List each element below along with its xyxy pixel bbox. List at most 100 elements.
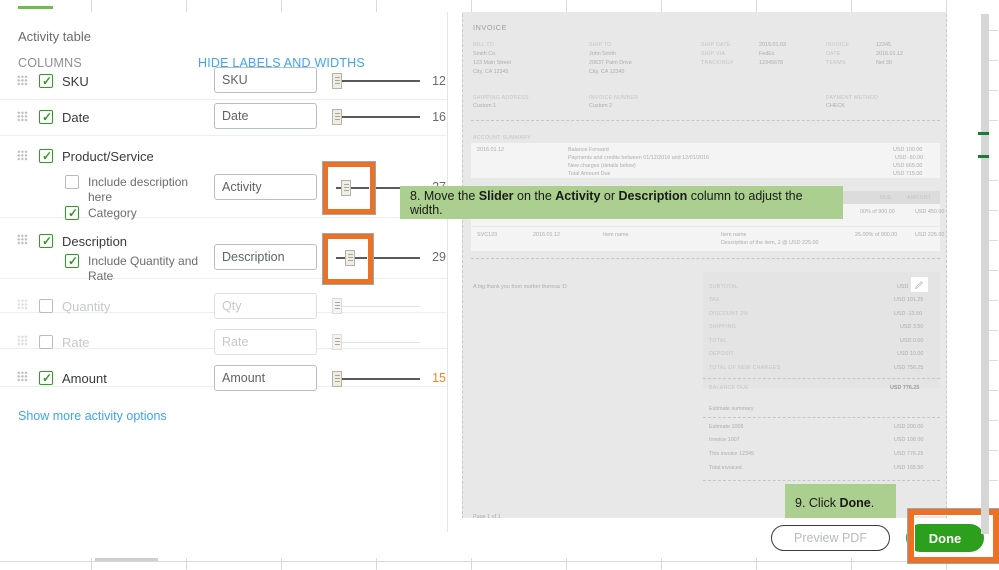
label-input-date[interactable]: Date: [214, 103, 317, 129]
checkbox-quantity[interactable]: [39, 299, 53, 313]
account-summary-date: 2016.01.12: [477, 147, 504, 153]
label-input-amount[interactable]: Amount: [214, 365, 317, 391]
subtotal-label: SUBTOTAL: [709, 284, 739, 290]
show-more-activity-options-link[interactable]: Show more activity options: [18, 409, 167, 423]
ruler-tick: [989, 210, 998, 211]
ship-via-value: FedEx: [759, 51, 775, 57]
label-input-rate[interactable]: Rate: [214, 329, 317, 355]
checkbox-product-service[interactable]: ✓: [39, 149, 53, 163]
account-summary-row-4-label: Total Amount Due: [568, 171, 611, 177]
account-summary-row-3-value: USD 665.00: [893, 163, 923, 169]
width-value-sku: 12: [432, 74, 446, 88]
drag-grip-icon[interactable]: [17, 234, 28, 245]
discount-value: USD -13.50: [894, 311, 923, 317]
row-2-description: Item name: [721, 232, 747, 238]
right-edge-scrollbar[interactable]: [981, 14, 989, 534]
ruler-tick: [989, 390, 998, 391]
total-new-charges-value: USD 756.25: [894, 365, 924, 371]
estimate-row-1-value: USD 200.00: [894, 424, 924, 430]
row-1-amount: USD 450.00: [915, 209, 945, 215]
ship-via-label: SHIP VIA: [701, 51, 726, 57]
drag-grip-icon[interactable]: [17, 150, 28, 161]
row-label-quantity: Quantity: [62, 299, 111, 314]
checkbox-date[interactable]: ✓: [39, 110, 53, 124]
drag-grip-icon[interactable]: [17, 371, 28, 382]
preview-pdf-button[interactable]: Preview PDF: [771, 525, 890, 551]
width-slider-amount[interactable]: [332, 369, 420, 389]
estimate-row-2-value: USD 108.00: [894, 437, 924, 443]
width-slider-rate[interactable]: [332, 332, 420, 352]
label-input-activity[interactable]: Activity: [214, 174, 317, 200]
ruler-tick: [989, 120, 998, 121]
bill-to-line-3: City, CA 12345: [473, 69, 509, 75]
width-value-amount: 15: [432, 371, 446, 385]
invoice-number-label: INVOICE: [826, 42, 850, 48]
ruler-tick: [989, 360, 998, 361]
ruler-tick: [989, 330, 998, 331]
account-summary-row-4-value: USD 715.00: [893, 171, 923, 177]
ruler-tick: [989, 180, 998, 181]
row-label-description: Description: [62, 234, 128, 249]
slider-knob[interactable]: [332, 334, 342, 350]
label-input-sku[interactable]: SKU: [214, 67, 317, 93]
checkbox-include-description-here[interactable]: [65, 175, 79, 189]
checkbox-description[interactable]: ✓: [39, 234, 53, 248]
activity-table-settings-panel: Activity table COLUMNS HIDE LABELS AND W…: [0, 12, 448, 558]
width-slider-sku[interactable]: [332, 71, 420, 91]
drag-grip-icon[interactable]: [17, 299, 28, 310]
row-2-date: 2016.01.12: [533, 232, 560, 238]
row-sep-4: [0, 277, 447, 279]
invoice-preview-pane: INVOICE BILL TO Smith Co. 123 Main Stree…: [448, 12, 983, 532]
estimate-row-4-label: Total invoiced: [709, 465, 742, 471]
row-label-product-service: Product/Service: [62, 149, 154, 164]
check-icon: ✓: [42, 234, 53, 248]
row-2-amount: USD 225.00: [915, 232, 945, 238]
edit-pencil-icon[interactable]: [910, 276, 929, 293]
checkbox-amount[interactable]: ✓: [39, 371, 53, 385]
column-header-due: DUE: [880, 195, 892, 201]
row-sep-1: [0, 98, 447, 100]
checkbox-rate[interactable]: [39, 335, 53, 349]
columns-header-label: COLUMNS: [18, 56, 82, 70]
slider-knob[interactable]: [332, 73, 342, 89]
checkbox-category[interactable]: ✓: [65, 206, 79, 220]
payment-method-label: PAYMENT METHOD: [826, 95, 879, 101]
row-2-due: 25.00% of 900.00: [855, 232, 898, 238]
shipping-label: SHIPPING: [709, 324, 737, 330]
ruler-tick: [989, 300, 998, 301]
payment-method-value: CHECK: [826, 103, 845, 109]
ship-to-label: SHIP TO: [589, 42, 612, 48]
check-icon: ✓: [42, 149, 53, 163]
width-value-date: 16: [432, 110, 446, 124]
ruler-tick: [989, 30, 998, 31]
width-slider-quantity[interactable]: [332, 296, 420, 316]
estimate-dash: [703, 417, 940, 418]
slider-knob[interactable]: [332, 109, 342, 125]
checkbox-include-quantity-and-rate[interactable]: ✓: [65, 254, 79, 268]
drag-grip-icon[interactable]: [17, 75, 28, 86]
label-input-quantity[interactable]: Qty: [214, 293, 317, 319]
tax-value: USD 101.25: [894, 297, 924, 303]
slider-track: [336, 342, 420, 343]
label-input-description[interactable]: Description: [214, 244, 317, 270]
tracking-value: 12345678: [759, 60, 783, 66]
row-label-amount: Amount: [62, 371, 107, 386]
discount-label: DISCOUNT 2%: [709, 311, 749, 317]
slider-knob[interactable]: [332, 371, 342, 387]
sublabel-include-description-here: Include description here: [88, 175, 189, 204]
estimate-row-3-value: USD 776.25: [894, 451, 924, 457]
ship-to-line-3: City, CA 12345: [589, 69, 625, 75]
width-slider-date[interactable]: [332, 107, 420, 127]
checkbox-sku[interactable]: ✓: [39, 74, 53, 88]
slider-knob[interactable]: [332, 298, 342, 314]
green-tab-marker: [18, 6, 53, 9]
drag-grip-icon[interactable]: [17, 111, 28, 122]
invoice-date-value: 2016.01.12: [876, 51, 903, 57]
tracking-label: TRACKING#: [701, 60, 734, 66]
check-icon: ✓: [68, 254, 79, 268]
ship-date-label: SHIP DATE: [701, 42, 731, 48]
slider-track: [336, 116, 420, 118]
page-title: Activity table: [18, 29, 91, 44]
ship-to-line-2: 20637 Palm Drive: [589, 60, 632, 66]
drag-grip-icon[interactable]: [17, 335, 28, 346]
